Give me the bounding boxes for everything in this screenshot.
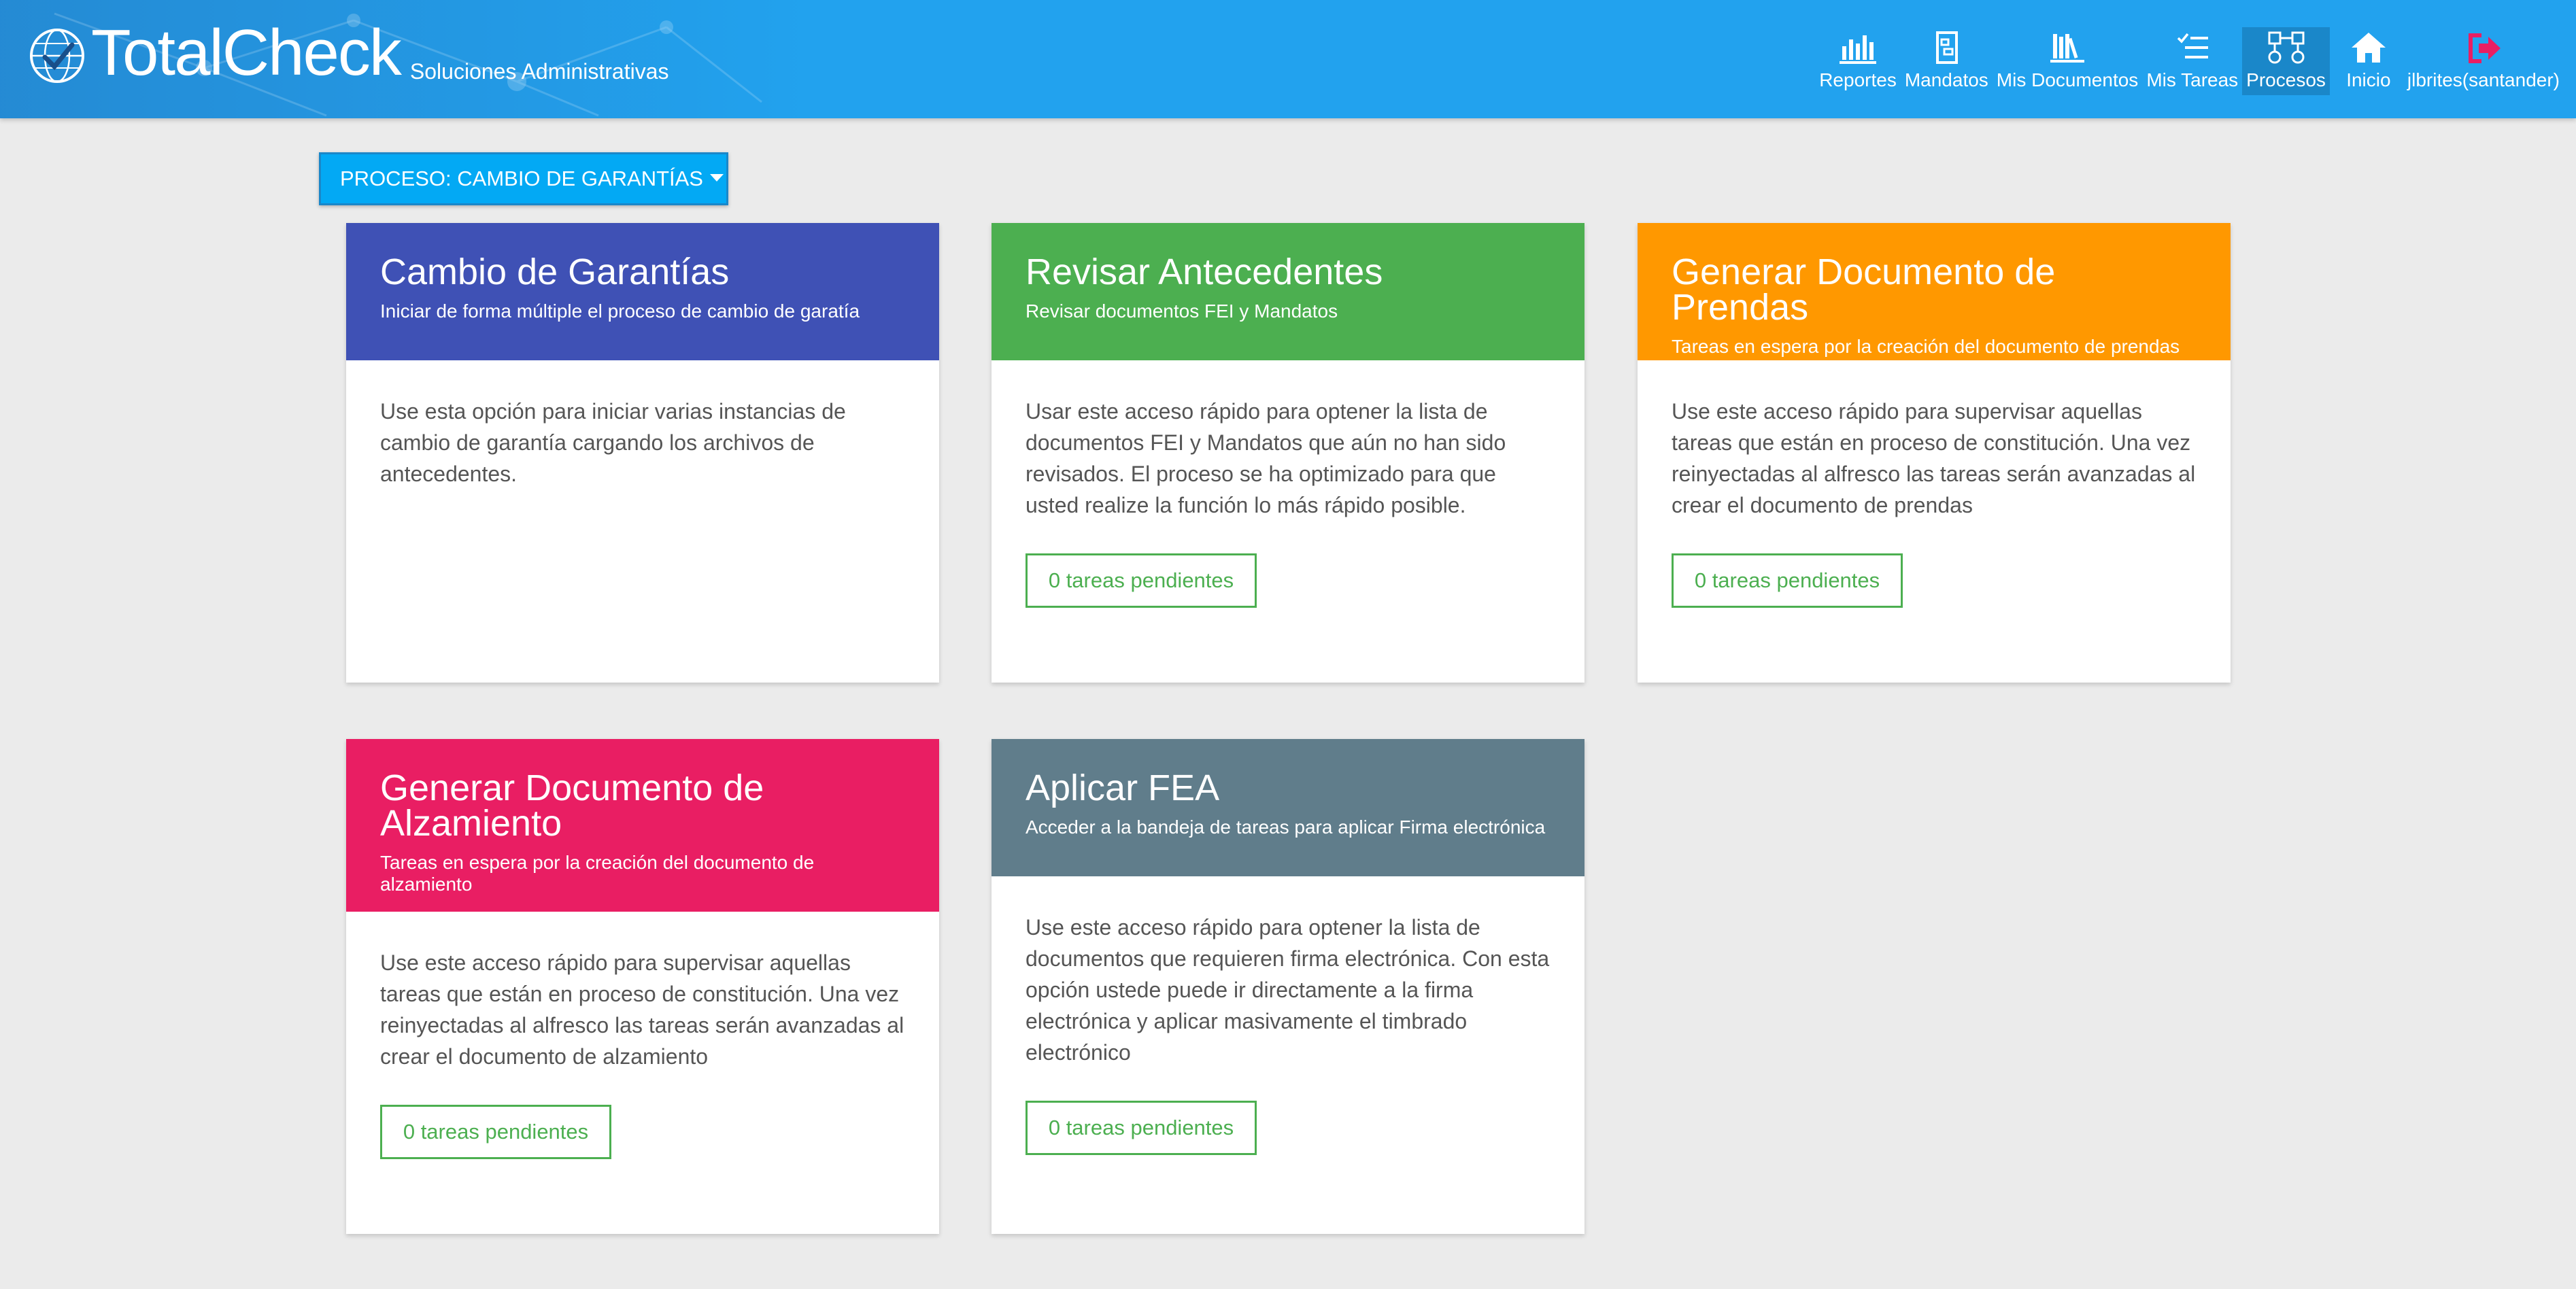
nav-label: Procesos (2246, 69, 2326, 90)
home-icon (2351, 33, 2386, 63)
caret-down-icon (709, 173, 724, 182)
books-icon (2050, 34, 2085, 63)
bar-chart-icon (1840, 35, 1877, 64)
task-list-icon (2177, 33, 2208, 58)
document-icon (1936, 31, 1959, 64)
card-header: Generar Documento de Alzamiento Tareas e… (346, 739, 939, 912)
card-header: Generar Documento de Prendas Tareas en e… (1638, 223, 2231, 360)
card-title: Generar Documento de Prendas (1672, 252, 2056, 328)
card-description: Usar este acceso rápido para optener la … (1026, 399, 1506, 517)
nav-user-logout[interactable]: jlbrites(santander) (2403, 27, 2564, 95)
card-title: Revisar Antecedentes (1026, 252, 1383, 292)
nav-user-label: jlbrites(santander) (2407, 69, 2560, 90)
brand-name: TotalCheck (91, 16, 402, 89)
nav-label: Mis Documentos (1996, 69, 2139, 90)
card-header: Revisar Antecedentes Revisar documentos … (992, 223, 1584, 360)
pending-tasks-button[interactable]: 0 tareas pendientes (1026, 1101, 1257, 1155)
card-subtitle: Iniciar de forma múltiple el proceso de … (380, 300, 860, 322)
nav-label: Reportes (1819, 69, 1897, 90)
process-dropdown[interactable]: PROCESO: CAMBIO DE GARANTÍAS (319, 152, 728, 205)
card-description: Use este acceso rápido para supervisar a… (380, 950, 904, 1069)
nav-mandatos[interactable]: Mandatos (1901, 27, 1993, 95)
nav-label: Mandatos (1904, 69, 1988, 90)
card-title: Cambio de Garantías (380, 252, 730, 292)
nav-inicio[interactable]: Inicio (2342, 27, 2395, 95)
nav-procesos[interactable]: Procesos (2242, 27, 2330, 95)
card-title: Aplicar FEA (1026, 768, 1220, 808)
logout-icon (2468, 33, 2501, 63)
pending-tasks-button[interactable]: 0 tareas pendientes (380, 1105, 611, 1159)
nav-mis-tareas[interactable]: Mis Tareas (2142, 27, 2242, 95)
card-generar-alzamiento[interactable]: Generar Documento de Alzamiento Tareas e… (346, 739, 939, 1234)
card-subtitle: Revisar documentos FEI y Mandatos (1026, 300, 1338, 322)
card-header: Cambio de Garantías Iniciar de forma múl… (346, 223, 939, 360)
card-subtitle: Acceder a la bandeja de tareas para apli… (1026, 817, 1546, 838)
card-header: Aplicar FEA Acceder a la bandeja de tare… (992, 739, 1584, 876)
card-generar-prendas[interactable]: Generar Documento de Prendas Tareas en e… (1638, 223, 2231, 683)
card-subtitle: Tareas en espera por la creación del doc… (380, 852, 815, 895)
globe-check-icon (30, 29, 84, 83)
card-subtitle: Tareas en espera por la creación del doc… (1672, 336, 2180, 357)
card-description: Use este acceso rápido para supervisar a… (1672, 399, 2196, 517)
card-aplicar-fea[interactable]: Aplicar FEA Acceder a la bandeja de tare… (992, 739, 1584, 1234)
main-nav: Reportes Mandatos Mis Documentos Mis Tar… (1815, 27, 2564, 95)
nav-reportes[interactable]: Reportes (1815, 27, 1901, 95)
process-dropdown-label: PROCESO: CAMBIO DE GARANTÍAS (340, 167, 703, 190)
brand-tagline: Soluciones Administrativas (409, 58, 669, 84)
top-navbar: TotalCheck Soluciones Administrativas Re… (0, 0, 2576, 118)
brand-logo[interactable]: TotalCheck Soluciones Administrativas (27, 16, 669, 89)
card-cambio-garantias[interactable]: Cambio de Garantías Iniciar de forma múl… (346, 223, 939, 683)
nav-mis-documentos[interactable]: Mis Documentos (1993, 27, 2143, 95)
process-flow-icon (2268, 31, 2305, 64)
pending-tasks-button[interactable]: 0 tareas pendientes (1672, 553, 1903, 608)
card-description: Use este acceso rápido para optener la l… (1026, 915, 1550, 1065)
pending-tasks-button[interactable]: 0 tareas pendientes (1026, 553, 1257, 608)
card-revisar-antecedentes[interactable]: Revisar Antecedentes Revisar documentos … (992, 223, 1584, 683)
card-description: Use esta opción para iniciar varias inst… (380, 399, 846, 486)
nav-label: Mis Tareas (2146, 69, 2239, 90)
card-title: Generar Documento de Alzamiento (380, 768, 764, 844)
nav-label: Inicio (2346, 69, 2391, 90)
